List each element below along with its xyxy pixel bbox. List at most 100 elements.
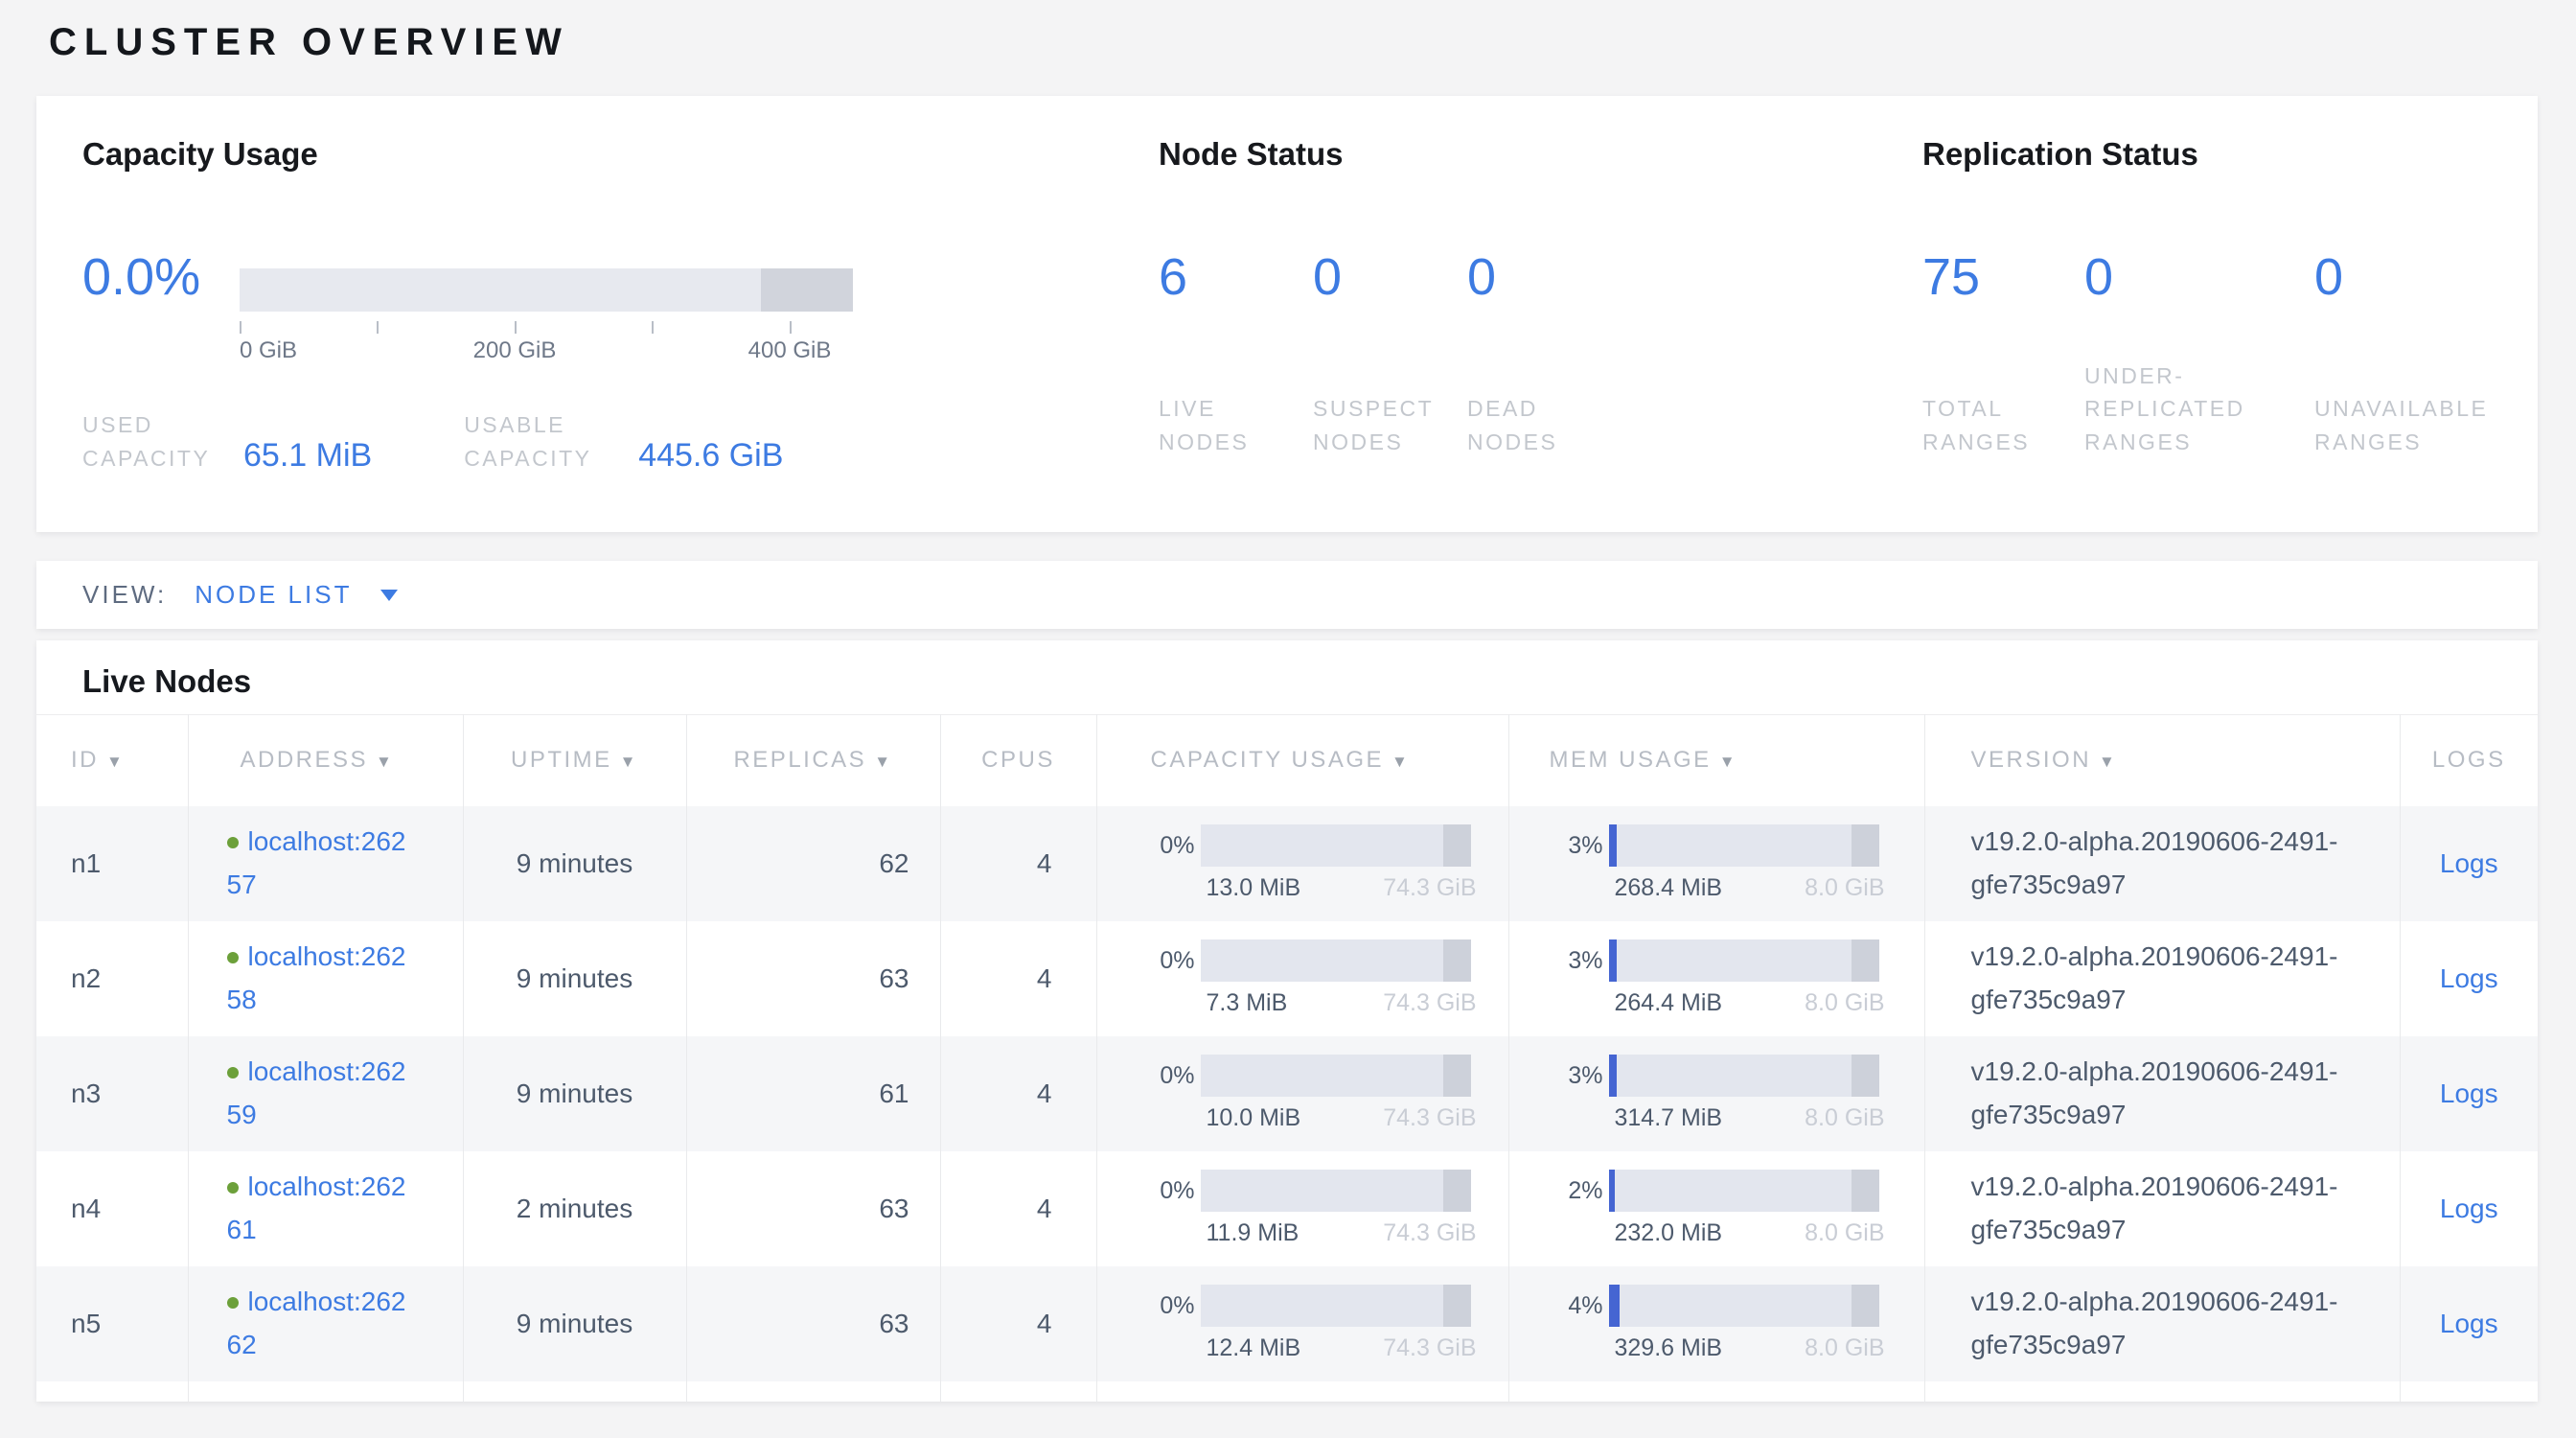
capacity-total-value: 74.3 GiB [1383, 1219, 1476, 1247]
view-bar: VIEW: NODE LIST [36, 561, 2538, 629]
capacity-usage-bar [1201, 1285, 1471, 1327]
node-id-cell: n2 [36, 921, 188, 1036]
logs-link[interactable]: Logs [2440, 963, 2498, 993]
col-header-label: MEM USAGE [1550, 747, 1712, 773]
replicas-cell: 63 [686, 921, 940, 1036]
live-status-dot-icon [227, 1297, 239, 1309]
sort-arrow-icon: ▼ [2099, 753, 2117, 771]
stat-value: 0 [2084, 251, 2314, 303]
stat-value: 0 [1467, 251, 1622, 303]
mem-total-value: 8.0 GiB [1805, 1104, 1884, 1132]
used-capacity-stat: USED CAPACITY 65.1 MiB [82, 408, 372, 475]
capacity-used-value: 13.0 MiB [1207, 874, 1301, 902]
nodes-table: ID▼ADDRESS▼UPTIME▼REPLICAS▼CPUSCAPACITY … [36, 714, 2538, 1402]
node-address-link[interactable]: localhost:26262 [227, 1287, 406, 1359]
summary-stat: 0 UNDER-REPLICATED RANGES [2084, 251, 2314, 458]
node-address-cell: localhost:26262 [188, 1266, 463, 1381]
node-id-cell: n4 [36, 1151, 188, 1266]
live-status-dot-icon [227, 952, 239, 963]
capacity-usage-bar [1201, 824, 1471, 867]
col-header-uptime[interactable]: UPTIME▼ [463, 715, 686, 806]
table-row: n1 localhost:26257 9 minutes 62 4 0% 13.… [36, 806, 2538, 921]
version-cell: v19.2.0-alpha.20190606-2491-gfe735c9a97 [1924, 921, 2400, 1036]
mem-bar-cap [1852, 824, 1879, 867]
usable-capacity-label: USABLE CAPACITY [464, 408, 623, 475]
cpus-cell: 4 [940, 1036, 1096, 1151]
capacity-total-value: 74.3 GiB [1383, 874, 1476, 902]
capacity-percent-value: 0% [1141, 1062, 1201, 1090]
version-cell: v19.2.0-alpha.20190606-2491-gfe735c9a97 [1924, 1036, 2400, 1151]
capacity-usage-cell: 0% 13.0 MiB 74.3 GiB [1096, 806, 1508, 921]
col-header-address[interactable]: ADDRESS ▼ [188, 715, 463, 806]
node-address-link[interactable]: localhost:26258 [227, 941, 406, 1014]
stat-value: 6 [1159, 251, 1313, 303]
col-header-version[interactable]: VERSION▼ [1924, 715, 2400, 806]
capacity-usage-bar [1201, 939, 1471, 982]
col-header-label: ID [71, 747, 99, 773]
mem-percent-value: 3% [1550, 832, 1609, 860]
version-text: v19.2.0-alpha.20190606-2491-gfe735c9a97 [1971, 821, 2374, 907]
capacity-usage-bar [1201, 1170, 1471, 1212]
summary-stat: 0 UNAVAILABLE RANGES [2314, 251, 2554, 458]
sort-arrow-icon: ▼ [1392, 753, 1410, 771]
stat-value: 0 [1313, 251, 1467, 303]
logs-link[interactable]: Logs [2440, 1309, 2498, 1338]
mem-usage-cell: 3% 314.7 MiB 8.0 GiB [1508, 1036, 1924, 1151]
capacity-axis-tick [515, 321, 517, 334]
mem-bar-cap [1852, 1170, 1879, 1212]
live-status-dot-icon [227, 1067, 239, 1078]
col-header-capacity[interactable]: CAPACITY USAGE▼ [1096, 715, 1508, 806]
mem-percent-value: 4% [1550, 1292, 1609, 1320]
node-address-link[interactable]: localhost:26257 [227, 826, 406, 899]
stat-value: 0 [2314, 251, 2554, 303]
replicas-cell: 61 [686, 1036, 940, 1151]
logs-cell: Logs [2400, 1266, 2538, 1381]
node-address-link[interactable]: localhost:26259 [227, 1056, 406, 1129]
capacity-usage-section: Capacity Usage 0.0% 0 GiB [82, 135, 1159, 532]
capacity-total-value: 74.3 GiB [1383, 1104, 1476, 1132]
col-header-id[interactable]: ID▼ [36, 715, 188, 806]
capacity-axis-tick [377, 321, 379, 334]
used-capacity-label: USED CAPACITY [82, 408, 228, 475]
capacity-bar-chart: 0 GiB 200 GiB 400 GiB [240, 268, 853, 366]
capacity-usage-cell: 0% 12.4 MiB 74.3 GiB [1096, 1266, 1508, 1381]
mem-bar-fill [1609, 1285, 1620, 1327]
node-address-cell: localhost:26257 [188, 806, 463, 921]
summary-stat: 0 DEAD NODES [1467, 251, 1622, 458]
node-list-dropdown[interactable]: NODE LIST [195, 580, 398, 610]
replication-status-title: Replication Status [1922, 135, 2554, 174]
col-header-cpus: CPUS [940, 715, 1096, 806]
node-list-dropdown-value[interactable]: NODE LIST [195, 580, 352, 610]
mem-used-value: 264.4 MiB [1615, 989, 1723, 1017]
version-cell: v19.2.0-alpha.20190606-2491-gfe735c9a97 [1924, 806, 2400, 921]
mem-used-value: 329.6 MiB [1615, 1334, 1723, 1362]
col-header-label: ADDRESS [241, 747, 369, 773]
usable-capacity-value: 445.6 GiB [638, 437, 783, 475]
table-row: n5 localhost:26262 9 minutes 63 4 0% 12.… [36, 1266, 2538, 1381]
logs-cell: Logs [2400, 1151, 2538, 1266]
node-address-link[interactable]: localhost:26261 [227, 1171, 406, 1244]
capacity-axis-label: 200 GiB [473, 337, 557, 364]
sort-arrow-icon: ▼ [376, 753, 394, 771]
capacity-axis-tick [652, 321, 654, 334]
live-status-dot-icon [227, 1182, 239, 1194]
mem-total-value: 8.0 GiB [1805, 1219, 1884, 1247]
logs-link[interactable]: Logs [2440, 1078, 2498, 1108]
capacity-axis-label: 400 GiB [748, 337, 832, 364]
logs-link[interactable]: Logs [2440, 848, 2498, 878]
mem-bar-fill [1609, 1170, 1615, 1212]
logs-cell: Logs [2400, 806, 2538, 921]
table-row: n4 localhost:26261 2 minutes 63 4 0% 11.… [36, 1151, 2538, 1266]
mem-usage-bar [1609, 1055, 1879, 1097]
capacity-axis-tick [790, 321, 792, 334]
col-header-replicas[interactable]: REPLICAS▼ [686, 715, 940, 806]
cpus-cell: 4 [940, 921, 1096, 1036]
col-header-label: LOGS [2432, 747, 2506, 773]
usable-capacity-stat: USABLE CAPACITY 445.6 GiB [464, 408, 783, 475]
col-header-mem[interactable]: MEM USAGE▼ [1508, 715, 1924, 806]
col-header-logs: LOGS [2400, 715, 2538, 806]
capacity-axis [240, 312, 853, 334]
stat-label: DEAD NODES [1467, 392, 1606, 458]
logs-link[interactable]: Logs [2440, 1194, 2498, 1223]
used-capacity-value: 65.1 MiB [243, 437, 372, 475]
